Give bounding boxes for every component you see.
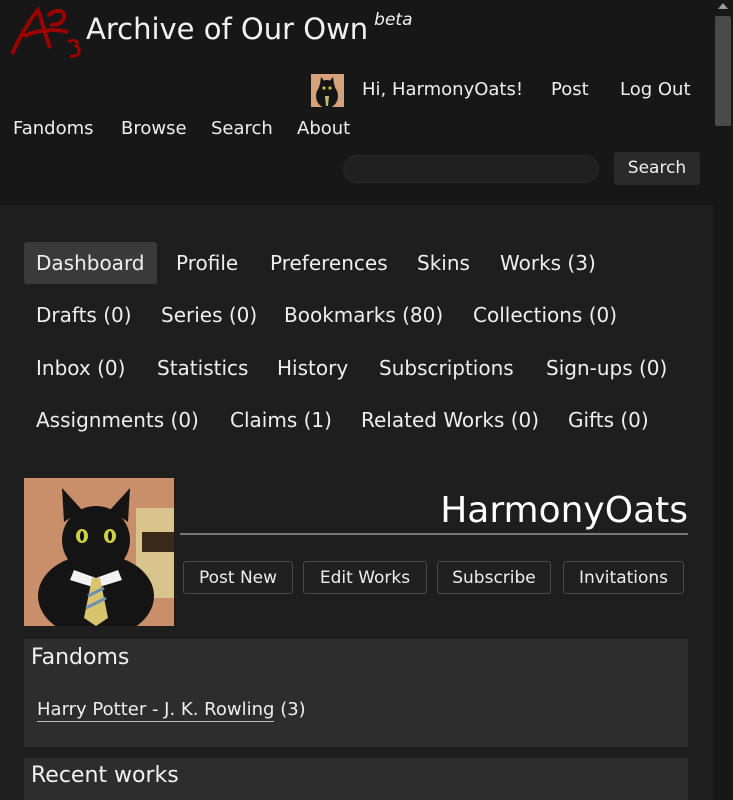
heading-divider [180, 533, 688, 535]
dash-gifts[interactable]: Gifts (0) [556, 399, 661, 441]
beta-label: beta [374, 10, 413, 30]
username-heading: HarmonyOats [440, 490, 688, 531]
fandom-count: (3) [280, 699, 306, 720]
search-input[interactable] [343, 155, 599, 183]
recent-works-panel-title: Recent works [31, 763, 179, 788]
fandoms-panel: Fandoms Harry Potter - J. K. Rowling (3) [24, 639, 688, 747]
site-title[interactable]: Archive of Our Own beta [86, 10, 413, 46]
dash-works[interactable]: Works (3) [488, 242, 608, 284]
dash-dashboard[interactable]: Dashboard [24, 242, 157, 284]
nav-search[interactable]: Search [211, 118, 273, 139]
dash-subscriptions[interactable]: Subscriptions [367, 347, 526, 389]
nav-fandoms[interactable]: Fandoms [13, 118, 94, 139]
user-profile-picture [24, 478, 174, 626]
dash-drafts[interactable]: Drafts (0) [24, 294, 144, 336]
dash-skins[interactable]: Skins [405, 242, 482, 284]
fandom-link[interactable]: Harry Potter - J. K. Rowling [37, 699, 275, 722]
dash-series[interactable]: Series (0) [149, 294, 269, 336]
dash-preferences[interactable]: Preferences [258, 242, 400, 284]
nav-about[interactable]: About [297, 118, 350, 139]
search-button[interactable]: Search [614, 152, 700, 185]
ao3-logo-icon[interactable] [8, 2, 84, 60]
dash-assignments[interactable]: Assignments (0) [24, 399, 211, 441]
cat-portrait-icon [24, 478, 174, 626]
dash-related-works[interactable]: Related Works (0) [349, 399, 551, 441]
scrollbar[interactable] [713, 0, 733, 800]
dash-history[interactable]: History [265, 347, 360, 389]
dash-signups[interactable]: Sign-ups (0) [534, 347, 679, 389]
scrollbar-thumb[interactable] [715, 16, 731, 126]
dash-inbox[interactable]: Inbox (0) [24, 347, 137, 389]
post-link[interactable]: Post [551, 79, 589, 100]
cat-avatar-icon [311, 74, 344, 107]
edit-works-button[interactable]: Edit Works [303, 561, 427, 594]
dash-claims[interactable]: Claims (1) [218, 399, 344, 441]
fandom-item: Harry Potter - J. K. Rowling (3) [37, 699, 306, 722]
greeting-link[interactable]: Hi, HarmonyOats! [362, 79, 523, 100]
scroll-up-arrow-icon[interactable] [718, 3, 728, 9]
dash-collections[interactable]: Collections (0) [461, 294, 629, 336]
subscribe-button[interactable]: Subscribe [437, 561, 551, 594]
site-header: Archive of Our Own beta Hi, HarmonyOats! … [0, 0, 713, 205]
dash-statistics[interactable]: Statistics [145, 347, 260, 389]
invitations-button[interactable]: Invitations [563, 561, 684, 594]
recent-works-panel: Recent works [24, 758, 688, 800]
dash-bookmarks[interactable]: Bookmarks (80) [272, 294, 455, 336]
site-title-text[interactable]: Archive of Our Own [86, 12, 368, 46]
logout-link[interactable]: Log Out [620, 79, 691, 100]
nav-browse[interactable]: Browse [121, 118, 187, 139]
post-new-button[interactable]: Post New [183, 561, 293, 594]
fandoms-panel-title: Fandoms [31, 645, 130, 670]
dash-profile[interactable]: Profile [164, 242, 250, 284]
user-avatar[interactable] [311, 74, 344, 107]
